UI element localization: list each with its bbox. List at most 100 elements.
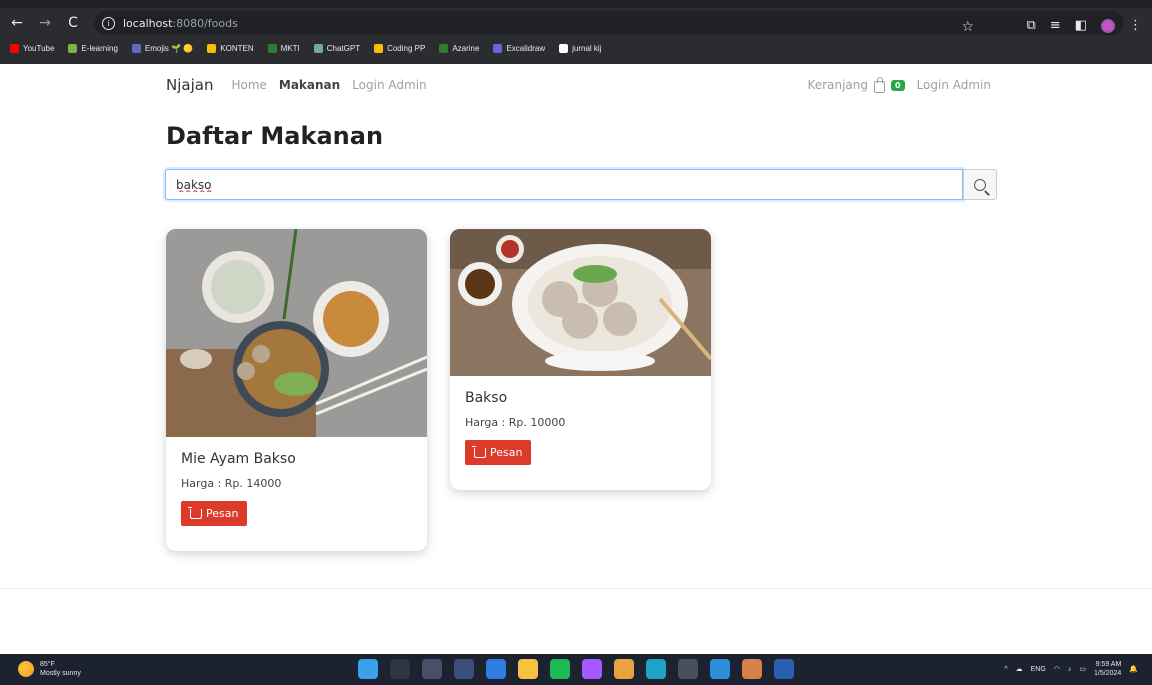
language-indicator[interactable]: ENG	[1031, 666, 1046, 673]
emojis-icon	[131, 43, 141, 53]
forward-icon[interactable]: →	[34, 12, 56, 34]
page-title-bold: Makanan	[260, 122, 384, 150]
cart-count-badge: 0	[890, 79, 905, 91]
bookmark-emojis[interactable]: Emojis 🌱 🟡	[131, 43, 193, 53]
chrome-profile-icon[interactable]	[742, 659, 762, 679]
tab-strip	[0, 0, 1152, 8]
bookmark-mkti[interactable]: MKTI	[267, 43, 300, 53]
reload-icon[interactable]: C	[62, 12, 84, 34]
food-price: Harga : Rp. 14000	[181, 477, 282, 490]
chrome-icon[interactable]	[614, 659, 634, 679]
search-input[interactable]	[165, 169, 963, 200]
bookmark-star-icon[interactable]: ☆	[961, 19, 974, 35]
notion-icon	[559, 43, 569, 53]
windows-start-icon[interactable]	[358, 659, 378, 679]
browser-toolbar: ← → C i localhost :8080/foods ☆ ⧉ ≡ ◧ ⋮	[0, 8, 1152, 38]
url-host: localhost	[123, 16, 173, 30]
food-card-body: Mie Ayam Bakso Harga : Rp. 14000 Pesan	[166, 437, 427, 540]
login-admin-right[interactable]: Login Admin	[917, 78, 991, 92]
toolbar-icons: ⧉ ≡ ◧ ⋮	[1027, 18, 1143, 33]
bookmark-jurnal-kij[interactable]: jurnal kij	[559, 43, 601, 53]
youtube-icon	[10, 43, 19, 53]
shopping-bag-icon[interactable]	[873, 76, 885, 93]
bakso-illustration	[450, 229, 711, 376]
bookmark-excalidraw[interactable]: Excalidraw	[493, 43, 545, 53]
mkti-icon	[267, 43, 277, 53]
todo-icon[interactable]	[486, 659, 506, 679]
profile-avatar[interactable]	[1101, 18, 1115, 33]
spotify-icon[interactable]	[550, 659, 570, 679]
footer-divider	[0, 588, 1152, 589]
search-icon	[974, 178, 986, 191]
nav-right: Keranjang 0 Login Admin	[808, 74, 991, 96]
browser-chrome: ← → C i localhost :8080/foods ☆ ⧉ ≡ ◧ ⋮ …	[0, 0, 1152, 64]
nav-home[interactable]: Home	[231, 78, 266, 92]
food-price: Harga : Rp. 10000	[465, 416, 566, 429]
notification-bell-icon[interactable]: 🔔	[1129, 665, 1138, 673]
volume-icon[interactable]: ♪	[1068, 666, 1072, 673]
food-card-body: Bakso Harga : Rp. 10000 Pesan	[450, 376, 711, 479]
web-page: Njajan Home Makanan Login Admin Keranjan…	[0, 64, 1152, 654]
page-title: Daftar Makanan	[166, 122, 383, 150]
food-card: Mie Ayam Bakso Harga : Rp. 14000 Pesan	[166, 229, 427, 551]
menu-icon[interactable]: ⋮	[1129, 18, 1142, 33]
bookmark-coding-pp[interactable]: Coding PP	[374, 43, 425, 53]
excalidraw-icon	[493, 43, 503, 53]
bookmark-youtube[interactable]: YouTube	[10, 43, 54, 53]
system-tray: ^ ☁ ENG ◠ ♪ ▭ 9:59 AM 1/5/2024 🔔	[1004, 660, 1138, 678]
bookmark-elearning[interactable]: E-learning	[68, 43, 118, 53]
food-name: Mie Ayam Bakso	[181, 451, 296, 467]
cloud-icon[interactable]: ☁	[1016, 665, 1023, 673]
search-icon[interactable]	[390, 659, 410, 679]
bookmarks-bar: YouTube E-learning Emojis 🌱 🟡 KONTEN MKT…	[0, 38, 1152, 58]
chatgpt-icon	[313, 43, 323, 53]
store-icon[interactable]	[454, 659, 474, 679]
back-icon[interactable]: ←	[6, 12, 28, 34]
vscode-icon[interactable]	[710, 659, 730, 679]
food-name: Bakso	[465, 390, 508, 406]
file-explorer-icon[interactable]	[518, 659, 538, 679]
cart-icon	[472, 445, 486, 458]
reading-list-icon[interactable]: ≡	[1050, 18, 1061, 33]
brand-logo[interactable]: Njajan	[166, 76, 213, 94]
bookmark-chatgpt[interactable]: ChatGPT	[313, 43, 360, 53]
figma-icon[interactable]	[582, 659, 602, 679]
food-card: Bakso Harga : Rp. 10000 Pesan	[450, 229, 711, 490]
mie-ayam-illustration	[166, 229, 427, 437]
azarine-icon	[439, 43, 449, 53]
url-path: :8080/foods	[172, 16, 238, 30]
search-button[interactable]	[963, 169, 997, 200]
cart-icon	[188, 506, 202, 519]
bookmark-azarine[interactable]: Azarine	[439, 43, 479, 53]
taskbar-apps	[358, 659, 794, 679]
battery-icon[interactable]: ▭	[1079, 665, 1086, 673]
clock-time: 9:59 AM	[1095, 661, 1122, 668]
terminal-icon[interactable]	[678, 659, 698, 679]
food-image-bakso	[450, 229, 711, 376]
task-view-icon[interactable]	[422, 659, 442, 679]
order-button[interactable]: Pesan	[465, 440, 532, 465]
order-button-label: Pesan	[490, 446, 523, 459]
nav-makanan[interactable]: Makanan	[279, 78, 340, 92]
drive-icon	[374, 43, 384, 53]
chevron-up-icon[interactable]: ^	[1004, 666, 1007, 673]
order-button-label: Pesan	[206, 507, 239, 520]
edge-icon[interactable]	[646, 659, 666, 679]
site-info-icon[interactable]: i	[102, 16, 115, 30]
windows-taskbar: 85°F Mostly sunny ^ ☁ ENG ◠ ♪ ▭ 9:59 AM …	[0, 654, 1152, 685]
sun-icon	[18, 661, 34, 677]
site-navbar: Njajan Home Makanan Login Admin Keranjan…	[166, 74, 991, 96]
extensions-icon[interactable]: ⧉	[1027, 18, 1036, 33]
elearning-icon	[68, 43, 78, 53]
weather-condition: Mostly sunny	[40, 670, 81, 677]
cart-link[interactable]: Keranjang	[808, 78, 868, 92]
page-title-prefix: Daftar	[166, 122, 253, 150]
bookmark-konten[interactable]: KONTEN	[207, 43, 254, 53]
nav-login-admin[interactable]: Login Admin	[352, 78, 426, 92]
word-icon[interactable]	[774, 659, 794, 679]
clock[interactable]: 9:59 AM 1/5/2024	[1094, 660, 1121, 678]
side-panel-icon[interactable]: ◧	[1075, 18, 1087, 33]
weather-widget[interactable]: 85°F Mostly sunny	[18, 660, 81, 678]
order-button[interactable]: Pesan	[181, 501, 248, 526]
wifi-icon[interactable]: ◠	[1054, 665, 1060, 673]
